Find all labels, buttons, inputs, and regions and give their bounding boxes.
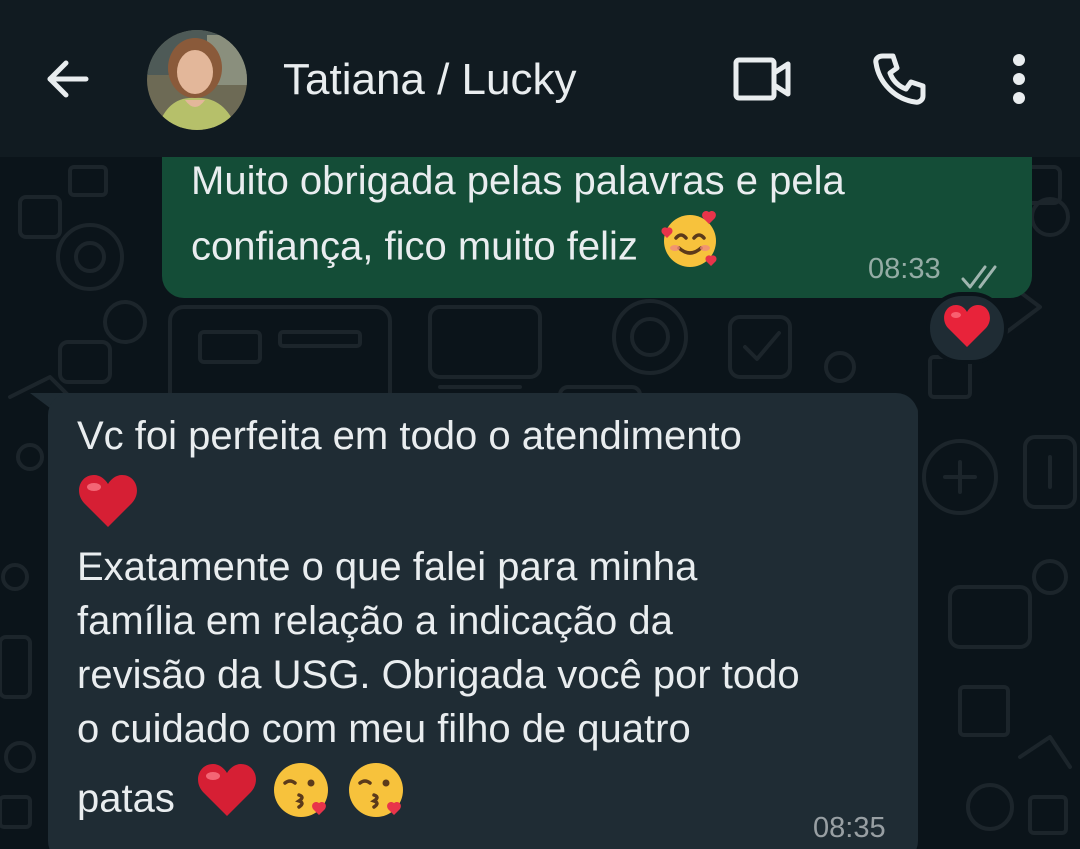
message-line: revisão da USG. Obrigada você por todo [77, 653, 800, 697]
message-line: Exatamente o que falei para minha [77, 545, 698, 589]
red-heart-icon [196, 762, 258, 832]
voice-call-icon [871, 51, 927, 112]
voice-call-button[interactable] [866, 48, 932, 114]
message-text: confiança, fico muito feliz [191, 224, 638, 269]
face-blowing-a-kiss-icon [271, 759, 333, 835]
message-text: patas [77, 776, 175, 821]
more-options-button[interactable] [986, 48, 1052, 114]
message-line: confiança, fico muito feliz [191, 210, 721, 284]
video-call-icon [732, 55, 794, 108]
chat-header: Tatiana / Lucky [0, 0, 1080, 157]
more-vert-icon [1011, 53, 1027, 110]
red-heart-icon [77, 473, 139, 543]
chat-screen: Tatiana / Lucky Muito obrigada pelas pal… [0, 0, 1080, 849]
face-blowing-a-kiss-icon [346, 759, 408, 835]
video-call-button[interactable] [730, 48, 796, 114]
message-line: patas [77, 763, 408, 835]
reaction-badge[interactable] [926, 292, 1008, 364]
message-line: Muito obrigada pelas palavras e pela [191, 159, 845, 203]
message-line: família em relação a indicação da [77, 599, 673, 643]
back-button[interactable] [36, 50, 98, 112]
contact-avatar[interactable] [147, 30, 247, 130]
message-time: 08:33 [868, 253, 941, 285]
contact-name[interactable]: Tatiana / Lucky [283, 52, 577, 108]
message-line: o cuidado com meu filho de quatro [77, 707, 691, 751]
arrow-back-icon [42, 54, 92, 109]
red-heart-icon [942, 303, 992, 354]
message-time: 08:35 [813, 812, 886, 844]
incoming-message[interactable]: Vc foi perfeita em todo o atendimento Ex… [48, 393, 918, 849]
smiling-face-with-hearts-icon [659, 208, 721, 284]
message-line: Vc foi perfeita em todo o atendimento [77, 414, 742, 458]
